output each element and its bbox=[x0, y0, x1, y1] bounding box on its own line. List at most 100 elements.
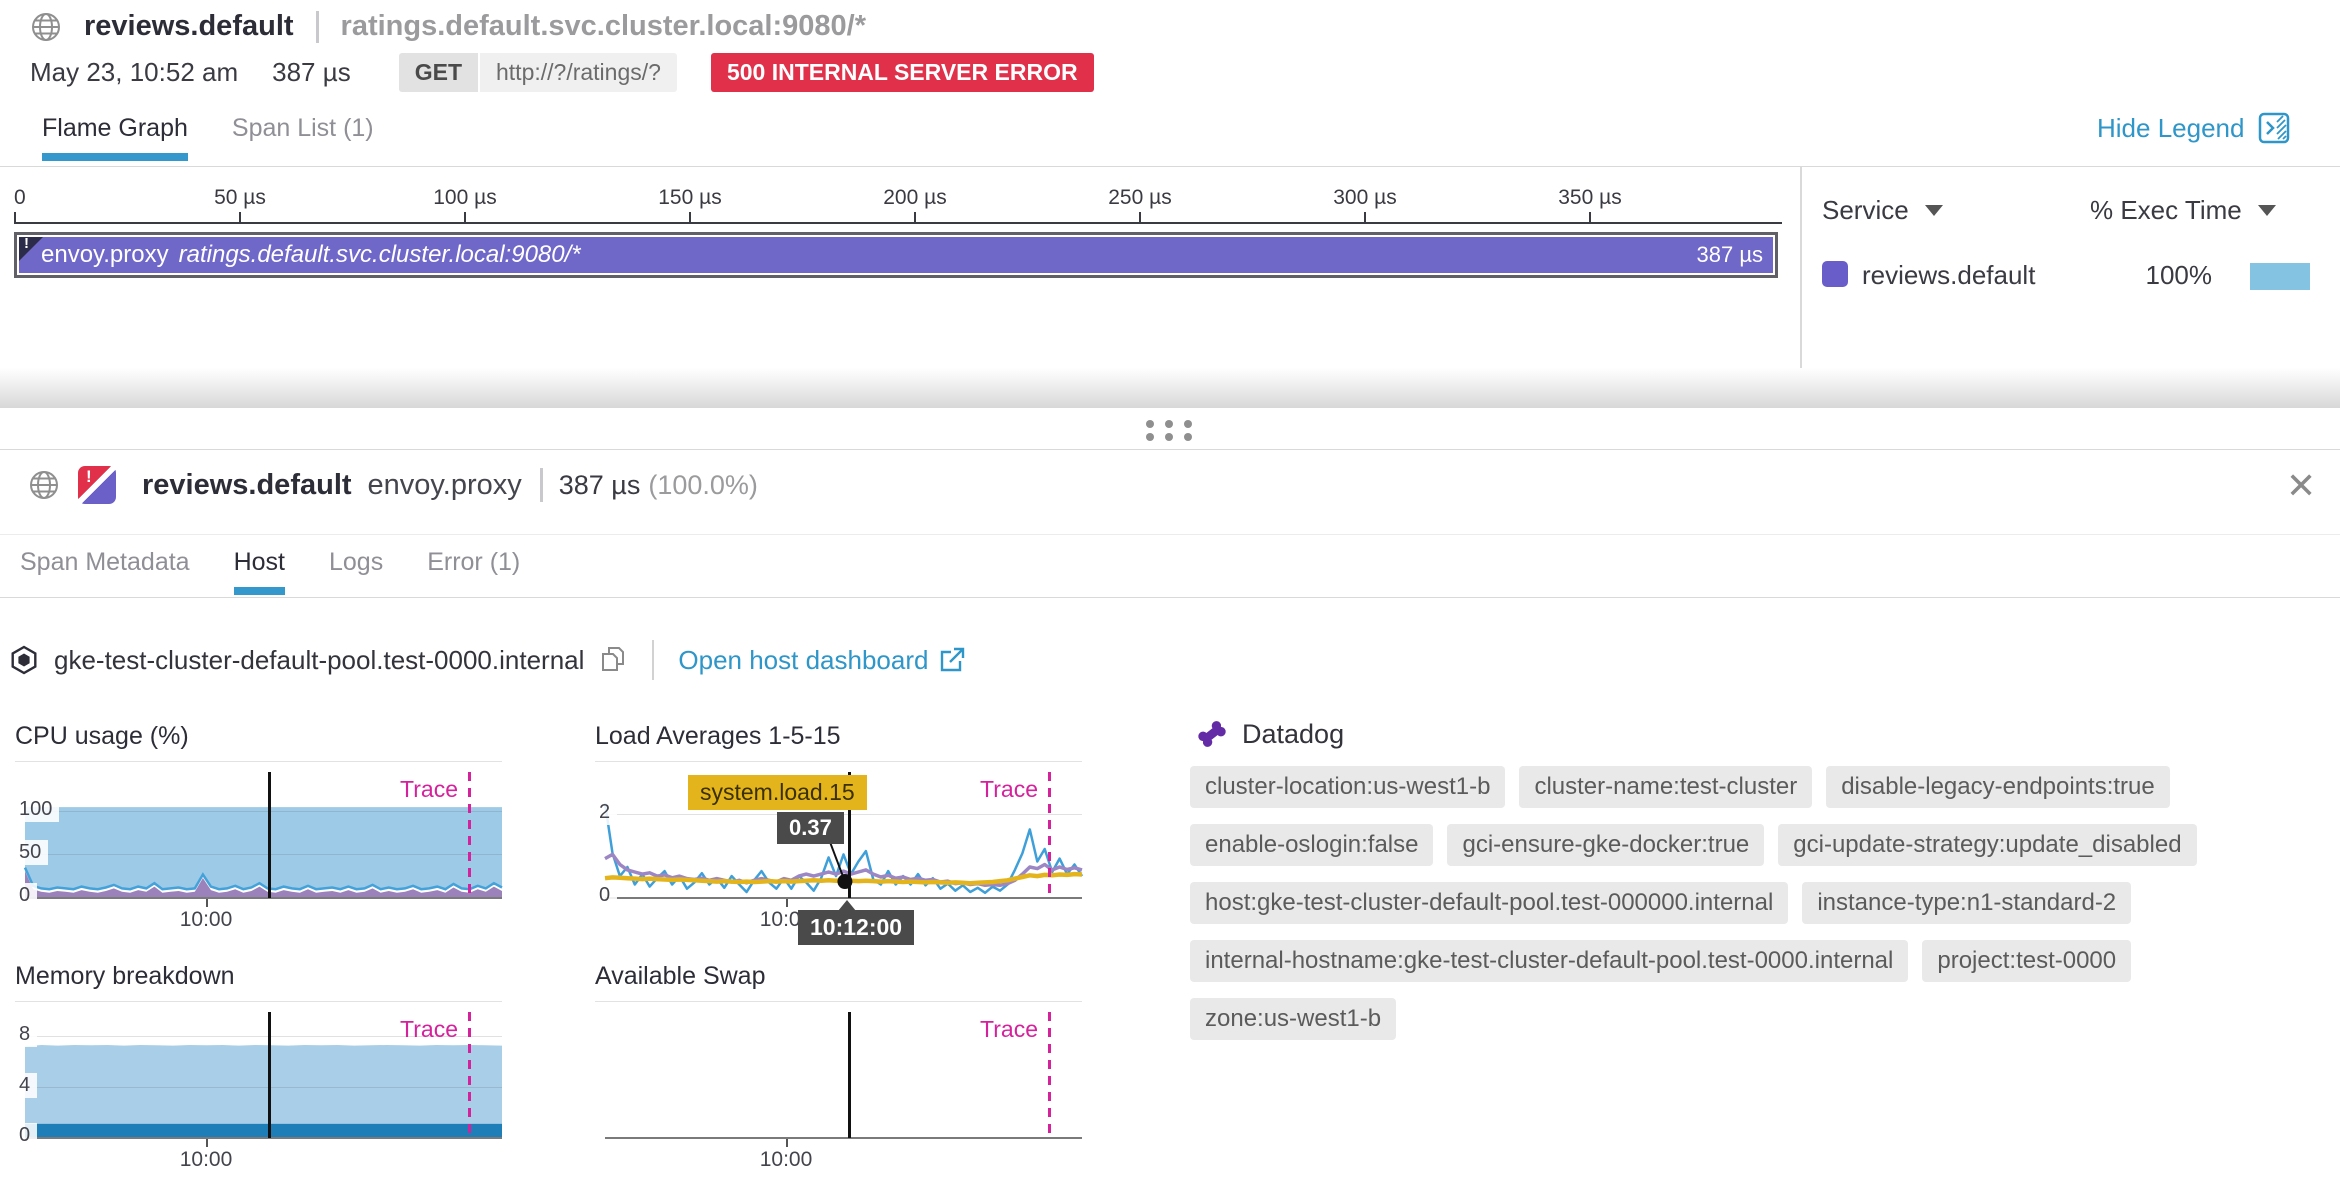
trace-marker-line bbox=[1048, 772, 1051, 898]
span-service-name: reviews.default bbox=[142, 469, 352, 502]
host-tag-pill[interactable]: gci-ensure-gke-docker:true bbox=[1447, 824, 1764, 866]
timeline-tick-label: 50 µs bbox=[180, 186, 300, 210]
host-tag-pill[interactable]: enable-oslogin:false bbox=[1190, 824, 1433, 866]
x-axis-label: 10:00 bbox=[146, 1148, 266, 1172]
y-axis-label: 0 bbox=[17, 1123, 37, 1148]
tooltip-time: 10:12:00 bbox=[798, 910, 914, 945]
memory-breakdown-chart[interactable]: Memory breakdown Trace04810:00 bbox=[15, 960, 502, 1192]
flame-span-bar[interactable]: ! envoy.proxy ratings.default.svc.cluste… bbox=[14, 232, 1778, 278]
timeline-tick-label: 250 µs bbox=[1080, 186, 1200, 210]
hide-legend-button[interactable]: Hide Legend bbox=[2097, 112, 2290, 144]
globe-icon bbox=[30, 11, 62, 43]
span-duration: 387 µs bbox=[559, 470, 641, 501]
tab-span-metadata[interactable]: Span Metadata bbox=[20, 548, 190, 593]
header-border bbox=[0, 534, 2340, 535]
timeline-tick bbox=[1589, 212, 1591, 222]
http-url-badge: http://?/ratings/? bbox=[480, 53, 677, 92]
copy-icon[interactable] bbox=[598, 645, 628, 675]
host-tag-pill[interactable]: host:gke-test-cluster-default-pool.test-… bbox=[1190, 882, 1788, 924]
legend-exec-time-header[interactable]: % Exec Time bbox=[2090, 195, 2276, 226]
timeline-tick bbox=[1139, 212, 1141, 222]
x-axis-tick bbox=[206, 1139, 208, 1147]
collapse-panel-icon bbox=[2258, 112, 2290, 144]
tab-span-list[interactable]: Span List (1) bbox=[232, 114, 374, 159]
resize-handle[interactable] bbox=[1146, 420, 1198, 441]
trace-service-name: reviews.default bbox=[84, 10, 294, 43]
y-axis-label: 50 bbox=[17, 840, 48, 865]
timeline-tick-label: 350 µs bbox=[1530, 186, 1650, 210]
trace-marker-line bbox=[1048, 1012, 1051, 1138]
host-hexagon-icon bbox=[8, 644, 40, 676]
timeline-tick-label: 0 bbox=[14, 186, 26, 210]
span-error-icon: ! bbox=[78, 466, 116, 504]
cpu-usage-plot[interactable]: Trace05010010:00 bbox=[15, 720, 502, 952]
host-tag-pill[interactable]: disable-legacy-endpoints:true bbox=[1826, 766, 2170, 808]
timeline-tick-label: 150 µs bbox=[630, 186, 750, 210]
chevron-down-icon bbox=[1925, 205, 1943, 216]
tab-flame-graph[interactable]: Flame Graph bbox=[42, 114, 188, 159]
y-axis-label: 8 bbox=[17, 1022, 37, 1047]
close-icon[interactable]: ✕ bbox=[2286, 468, 2316, 504]
tab-logs[interactable]: Logs bbox=[329, 548, 383, 593]
x-axis-tick bbox=[786, 899, 788, 907]
legend-service-header[interactable]: Service bbox=[1822, 195, 1943, 226]
exec-time-bar bbox=[2250, 263, 2310, 290]
trace-marker-line bbox=[468, 772, 471, 898]
y-axis-label: 0 bbox=[597, 883, 617, 908]
hover-cursor-line bbox=[268, 1012, 271, 1138]
trace-marker-label: Trace bbox=[368, 1016, 458, 1043]
divider bbox=[652, 640, 654, 680]
gridline bbox=[25, 854, 502, 855]
external-link-icon bbox=[938, 646, 966, 674]
x-axis-line bbox=[25, 1137, 502, 1139]
trace-tabs: Flame Graph Span List (1) bbox=[42, 114, 374, 159]
host-tag-pill[interactable]: cluster-name:test-cluster bbox=[1519, 766, 1812, 808]
tab-host[interactable]: Host bbox=[234, 548, 285, 593]
datadog-section-header: Datadog bbox=[1196, 718, 1344, 750]
host-name: gke-test-cluster-default-pool.test-0000.… bbox=[54, 645, 584, 676]
error-mark: ! bbox=[24, 235, 29, 252]
flame-span-duration: 387 µs bbox=[1697, 242, 1764, 268]
open-host-dashboard-link[interactable]: Open host dashboard bbox=[678, 645, 966, 676]
memory-breakdown-plot[interactable]: Trace04810:00 bbox=[15, 960, 502, 1192]
datadog-section-title: Datadog bbox=[1242, 719, 1344, 750]
timeline-axis bbox=[14, 222, 1782, 224]
load-averages-chart[interactable]: Load Averages 1-5-15 Trace0210:00system.… bbox=[595, 720, 1082, 952]
panel-shadow bbox=[0, 368, 2340, 408]
host-tag-pill[interactable]: instance-type:n1-standard-2 bbox=[1802, 882, 2131, 924]
span-panel-header: ! reviews.default envoy.proxy 387 µs (10… bbox=[28, 466, 758, 504]
timeline-tick bbox=[914, 212, 916, 222]
span-panel-tabs: Span Metadata Host Logs Error (1) bbox=[20, 548, 520, 593]
host-tag-pill[interactable]: project:test-0000 bbox=[1922, 940, 2131, 982]
available-swap-chart[interactable]: Available Swap Trace10:00 bbox=[595, 960, 1082, 1192]
timeline-tick bbox=[14, 212, 16, 222]
span-duration-pct: (100.0%) bbox=[648, 470, 758, 501]
cpu-usage-chart[interactable]: CPU usage (%) Trace05010010:00 bbox=[15, 720, 502, 952]
y-axis-label: 2 bbox=[597, 800, 617, 825]
span-tabs-border bbox=[0, 597, 2340, 598]
available-swap-plot[interactable]: Trace10:00 bbox=[595, 960, 1082, 1192]
x-axis-label: 10:00 bbox=[726, 1148, 846, 1172]
x-axis-tick bbox=[206, 899, 208, 907]
trace-resource-name: ratings.default.svc.cluster.local:9080/* bbox=[341, 10, 866, 43]
legend-service-name[interactable]: reviews.default bbox=[1862, 260, 2035, 291]
load-averages-plot[interactable]: Trace0210:00system.load.150.3710:12:00 bbox=[595, 720, 1082, 952]
http-status-badge: 500 INTERNAL SERVER ERROR bbox=[711, 53, 1094, 92]
hover-cursor-line bbox=[268, 772, 271, 898]
trace-marker-label: Trace bbox=[368, 776, 458, 803]
hover-cursor-line bbox=[848, 1012, 851, 1138]
trace-duration: 387 µs bbox=[272, 57, 351, 88]
x-axis-tick bbox=[786, 1139, 788, 1147]
host-tag-pill[interactable]: gci-update-strategy:update_disabled bbox=[1778, 824, 2196, 866]
tab-error[interactable]: Error (1) bbox=[427, 548, 520, 593]
span-operation-name: envoy.proxy bbox=[368, 469, 522, 502]
tooltip-value: 0.37 bbox=[777, 812, 844, 844]
timeline-tick bbox=[689, 212, 691, 222]
tooltip-series-name: system.load.15 bbox=[688, 775, 867, 810]
host-tag-pill[interactable]: internal-hostname:gke-test-cluster-defau… bbox=[1190, 940, 1908, 982]
trace-marker-line bbox=[468, 1012, 471, 1138]
host-tag-pill[interactable]: zone:us-west1-b bbox=[1190, 998, 1396, 1040]
host-tag-pill[interactable]: cluster-location:us-west1-b bbox=[1190, 766, 1505, 808]
divider bbox=[540, 468, 543, 502]
http-method-badge: GET bbox=[399, 53, 478, 92]
